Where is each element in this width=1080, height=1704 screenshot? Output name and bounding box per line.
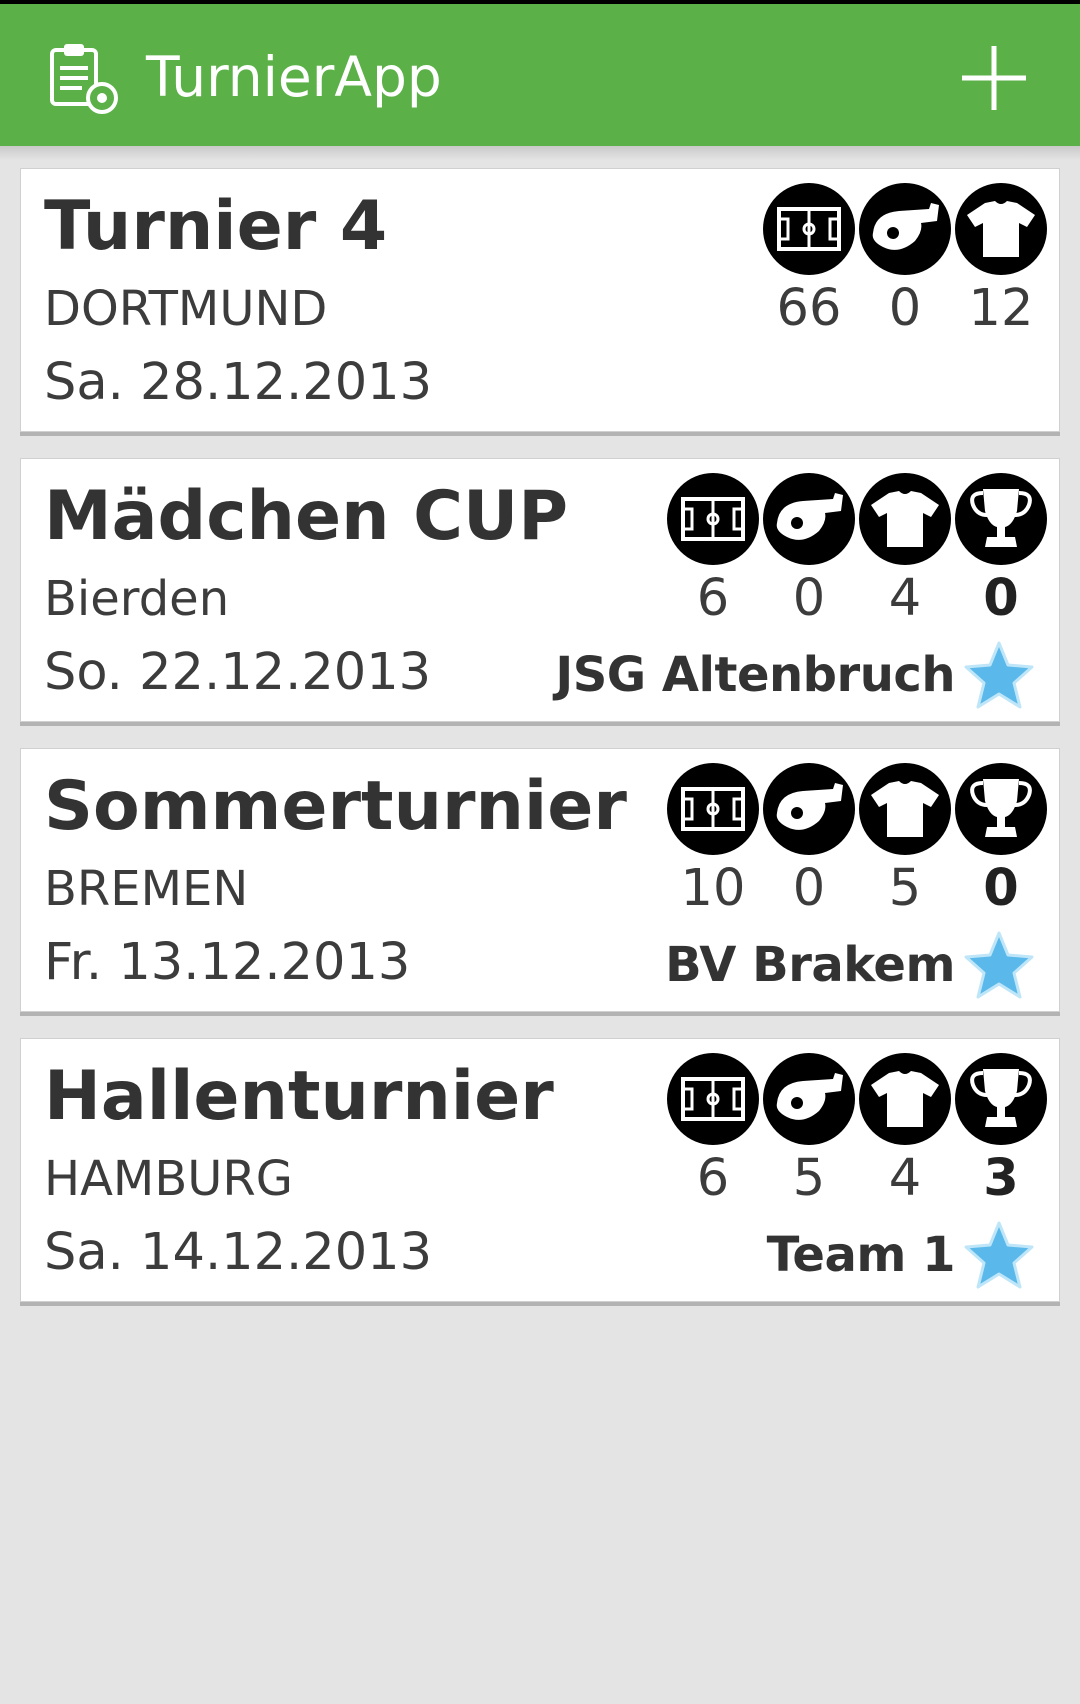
teams-count: 4 <box>888 1149 922 1208</box>
tournament-date: Sa. 28.12.2013 <box>44 353 433 412</box>
tournament-title: Hallenturnier <box>44 1057 554 1136</box>
app-title: TurnierApp <box>146 45 442 109</box>
whistle-icon <box>763 763 855 855</box>
winner-name: Team 1 <box>766 1227 956 1283</box>
trophy-icon <box>955 473 1047 565</box>
whistle-icon <box>859 183 951 275</box>
action-bar: TurnierApp <box>0 4 1080 146</box>
fields-count: 10 <box>680 859 746 918</box>
pitch-icon <box>667 473 759 565</box>
tournament-card[interactable]: Sommerturnier BREMEN Fr. 13.12.2013 10 0… <box>20 748 1060 1012</box>
tournament-date: So. 22.12.2013 <box>44 643 432 702</box>
teams-count: 12 <box>968 279 1034 338</box>
tournament-title: Turnier 4 <box>44 187 388 266</box>
pitch-icon <box>763 183 855 275</box>
star-icon <box>963 1219 1035 1291</box>
winner-name: JSG Altenbruch <box>555 647 955 703</box>
fields-count: 66 <box>776 279 842 338</box>
star-icon <box>963 639 1035 711</box>
trophy-icon <box>955 763 1047 855</box>
cup-count: 0 <box>983 859 1019 918</box>
tournament-city: DORTMUND <box>44 281 328 337</box>
shirt-icon <box>955 183 1047 275</box>
shirt-icon <box>859 473 951 565</box>
fields-count: 6 <box>696 1149 730 1208</box>
clipboard-ball-icon[interactable] <box>46 40 122 116</box>
tournament-card[interactable]: Hallenturnier HAMBURG Sa. 14.12.2013 6 5… <box>20 1038 1060 1302</box>
referees-count: 0 <box>888 279 922 338</box>
whistle-icon <box>763 473 855 565</box>
tournament-city: Bierden <box>44 571 230 627</box>
tournament-city: BREMEN <box>44 861 249 917</box>
cup-count: 3 <box>983 1149 1019 1208</box>
tournament-city: HAMBURG <box>44 1151 293 1207</box>
referees-count: 0 <box>792 569 826 628</box>
teams-count: 4 <box>888 569 922 628</box>
tournament-card[interactable]: Mädchen CUP Bierden So. 22.12.2013 6 0 4… <box>20 458 1060 722</box>
tournament-date: Fr. 13.12.2013 <box>44 933 411 992</box>
trophy-icon <box>955 1053 1047 1145</box>
fields-count: 6 <box>696 569 730 628</box>
referees-count: 0 <box>792 859 826 918</box>
tournament-card[interactable]: Turnier 4 DORTMUND Sa. 28.12.2013 66 0 1… <box>20 168 1060 432</box>
tournament-date: Sa. 14.12.2013 <box>44 1223 433 1282</box>
tournament-title: Sommerturnier <box>44 767 627 846</box>
referees-count: 5 <box>792 1149 826 1208</box>
shirt-icon <box>859 763 951 855</box>
teams-count: 5 <box>888 859 922 918</box>
pitch-icon <box>667 1053 759 1145</box>
cup-count: 0 <box>983 569 1019 628</box>
pitch-icon <box>667 763 759 855</box>
add-tournament-button[interactable] <box>956 40 1032 116</box>
tournament-title: Mädchen CUP <box>44 477 569 556</box>
star-icon <box>963 929 1035 1001</box>
winner-name: BV Brakem <box>665 937 955 993</box>
shirt-icon <box>859 1053 951 1145</box>
action-bar-shadow <box>0 146 1080 160</box>
whistle-icon <box>763 1053 855 1145</box>
